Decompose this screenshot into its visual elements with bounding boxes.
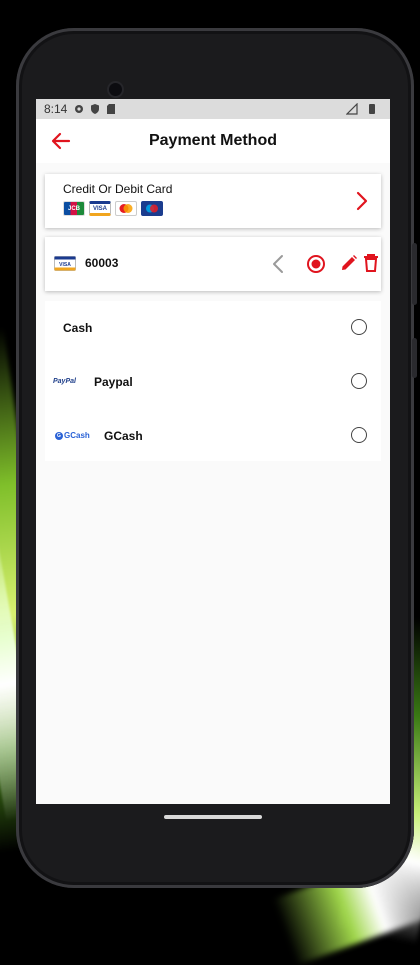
chevron-right-icon[interactable] xyxy=(355,190,369,212)
signal-status-icon xyxy=(346,103,358,115)
jcb-logo-icon: JCB xyxy=(63,201,85,216)
svg-text:VISA: VISA xyxy=(59,262,71,268)
mastercard-logo-icon xyxy=(115,201,137,216)
front-camera xyxy=(109,83,122,96)
status-time: 8:14 xyxy=(44,102,68,116)
radio-unchecked-icon[interactable] xyxy=(351,319,367,335)
card-option-label: Credit Or Debit Card xyxy=(63,182,173,196)
saved-card-number: 60003 xyxy=(85,256,119,270)
radio-checked-icon[interactable] xyxy=(306,254,326,274)
gcash-logo-text: GCash xyxy=(64,431,90,440)
home-indicator[interactable] xyxy=(164,815,262,819)
radio-unchecked-icon[interactable] xyxy=(351,373,367,389)
power-button xyxy=(412,338,417,378)
maestro-logo-icon xyxy=(141,201,163,216)
gcash-g-icon: G xyxy=(55,431,63,440)
card-brand-logos: JCB VISA xyxy=(63,201,163,216)
payment-options-list: Cash PayPal Paypal G GCash GCash xyxy=(45,301,381,461)
pencil-icon[interactable] xyxy=(339,253,359,273)
credit-debit-card-option[interactable]: Credit Or Debit Card JCB VISA xyxy=(45,174,381,228)
saved-card-row[interactable]: VISA 60003 xyxy=(45,237,381,291)
page-title: Payment Method xyxy=(148,132,277,149)
shield-status-icon xyxy=(89,103,101,115)
volume-button xyxy=(412,243,417,305)
visa-card-icon: VISA xyxy=(54,256,76,271)
visa-logo-icon: VISA xyxy=(89,201,111,216)
arrow-left-icon[interactable] xyxy=(50,130,72,152)
trash-icon[interactable] xyxy=(362,253,380,273)
battery-status-icon xyxy=(366,103,378,115)
gcash-logo-icon: G GCash xyxy=(55,431,90,440)
sd-card-status-icon xyxy=(105,103,117,115)
status-bar: 8:14 xyxy=(36,99,390,119)
payment-option-label: GCash xyxy=(104,429,143,443)
app-screen: 8:14 Payment Method Credit Or Debit Card… xyxy=(36,99,390,804)
payment-option-label: Paypal xyxy=(94,375,133,389)
payment-option-cash[interactable]: Cash xyxy=(45,301,381,355)
payment-option-paypal[interactable]: PayPal Paypal xyxy=(45,355,381,409)
chevron-left-icon[interactable] xyxy=(271,253,285,275)
app-bar: Payment Method xyxy=(36,119,390,163)
paypal-logo-icon: PayPal xyxy=(53,378,76,385)
payment-option-gcash[interactable]: G GCash GCash xyxy=(45,409,381,463)
settings-status-icon xyxy=(73,103,85,115)
payment-option-label: Cash xyxy=(63,321,93,335)
radio-unchecked-icon[interactable] xyxy=(351,427,367,443)
